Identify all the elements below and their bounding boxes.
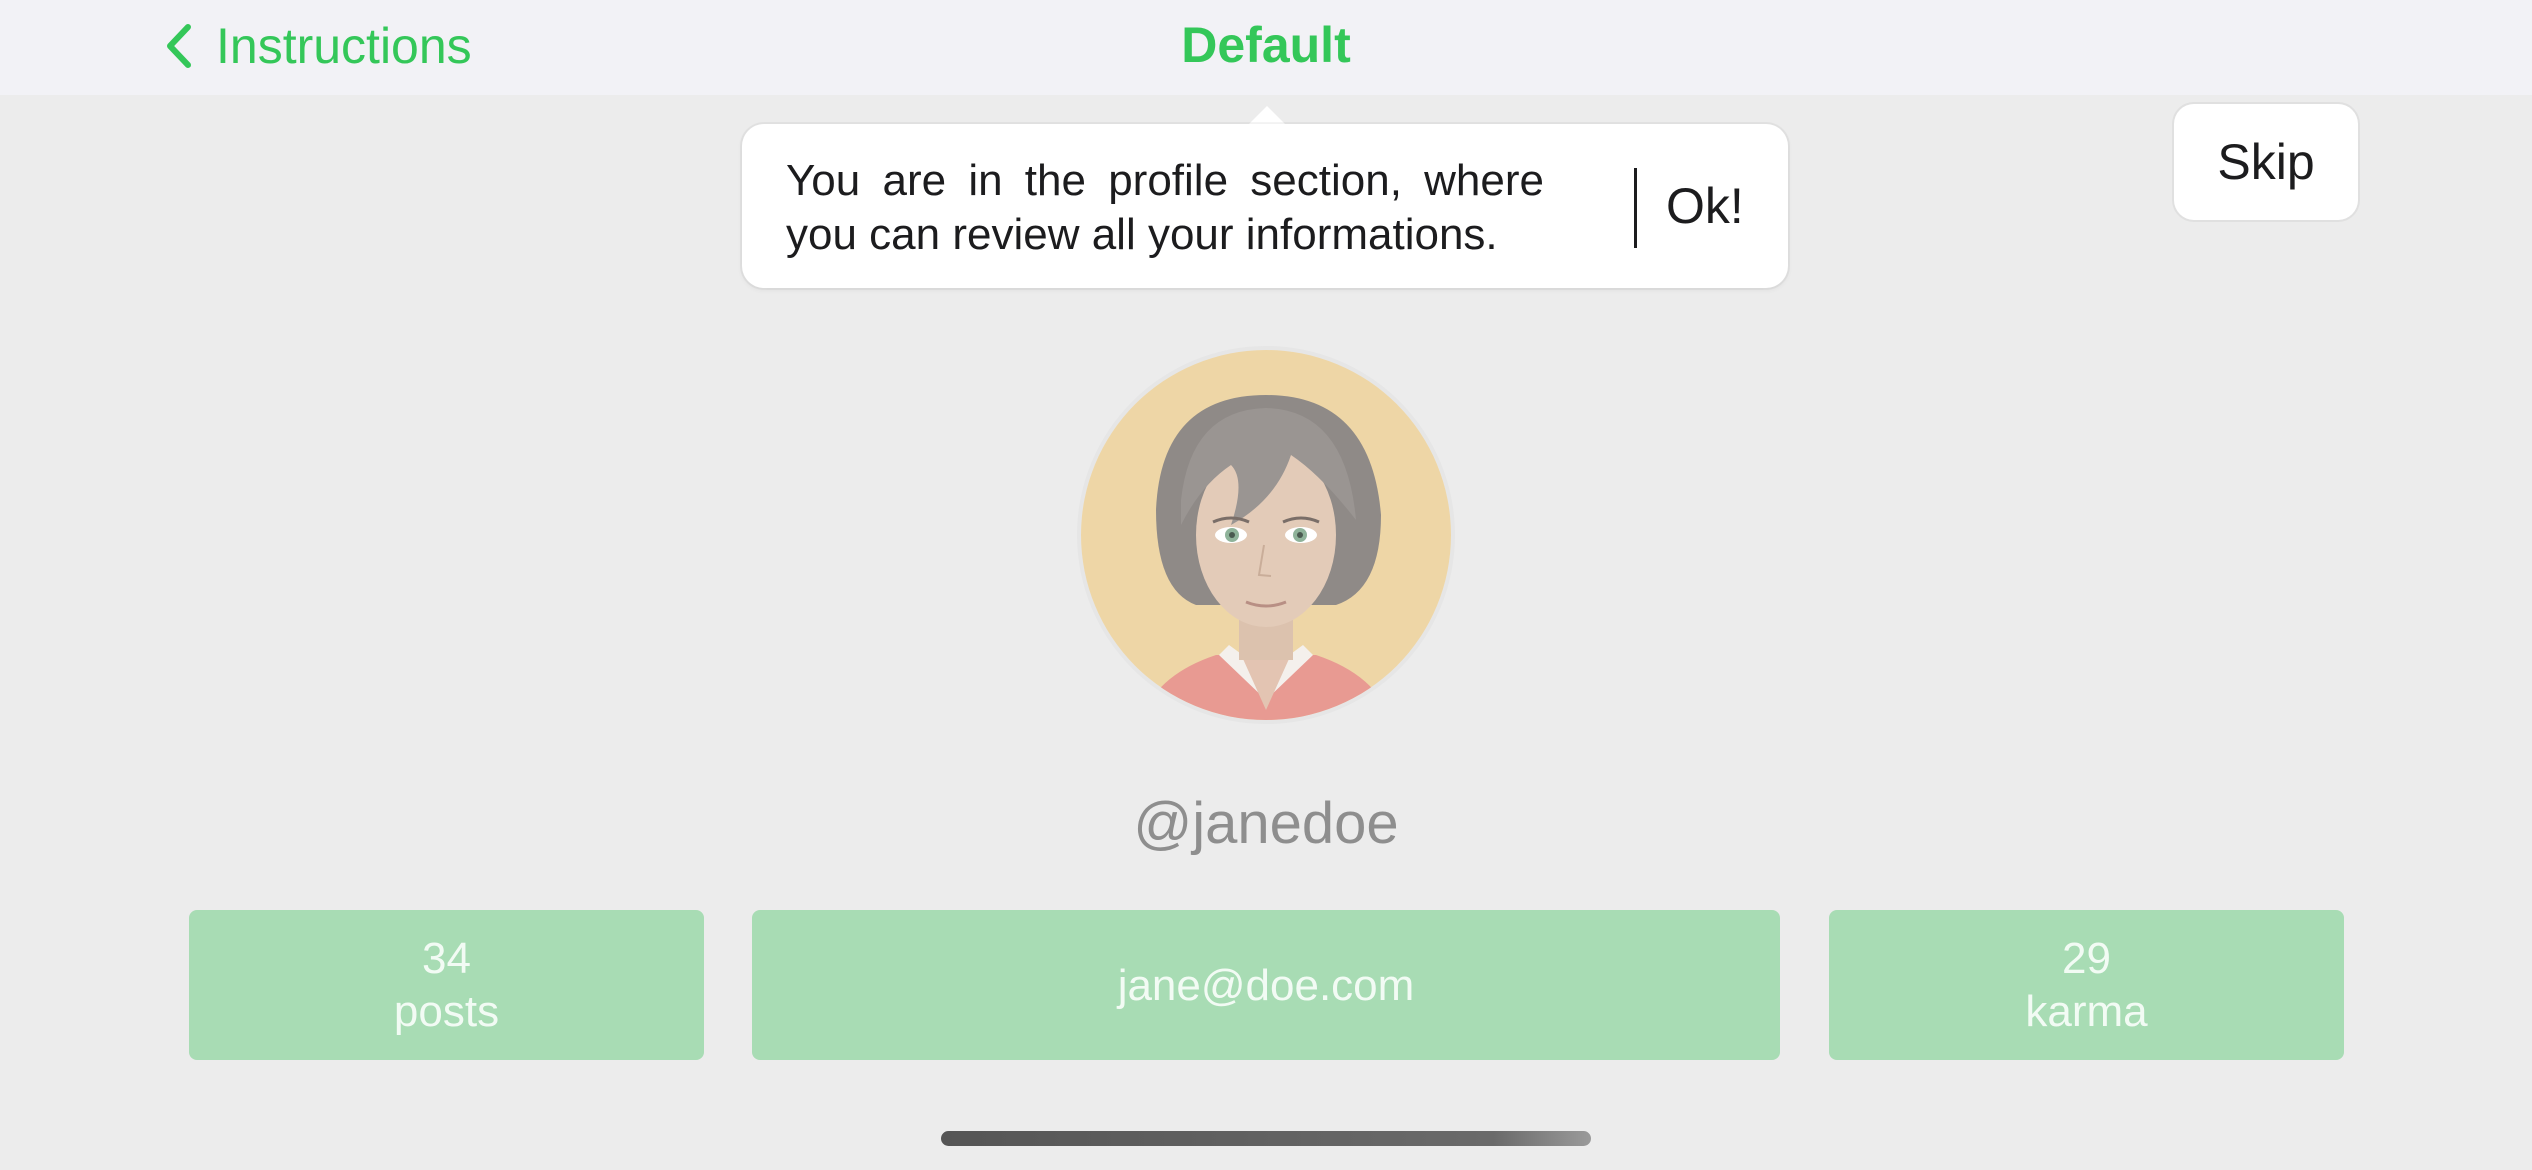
karma-stat-card[interactable]: 29 karma <box>1829 910 2344 1060</box>
onboarding-tooltip: You are in the profile section, where yo… <box>742 124 1788 288</box>
home-indicator[interactable] <box>941 1131 1591 1146</box>
posts-count: 34 <box>422 934 471 983</box>
page-title: Default <box>1181 17 1351 73</box>
tooltip-divider <box>1634 168 1637 248</box>
posts-label: posts <box>393 987 500 1036</box>
avatar <box>1081 350 1451 720</box>
navigation-bar: Instructions Default <box>0 0 2532 95</box>
tooltip-message: You are in the profile section, where yo… <box>786 156 1544 259</box>
tooltip-arrow <box>1247 106 1287 126</box>
posts-stat-card[interactable]: 34 posts <box>189 910 704 1060</box>
email-card[interactable]: jane@doe.com <box>752 910 1780 1060</box>
karma-count: 29 <box>2062 934 2111 983</box>
username: @janedoe <box>1133 791 1399 856</box>
skip-button[interactable]: Skip <box>2174 104 2358 220</box>
karma-label: karma <box>2025 987 2148 1036</box>
email-address: jane@doe.com <box>1117 960 1415 1010</box>
tooltip-ok-button[interactable]: Ok! <box>1666 176 1744 236</box>
avatar-illustration-icon <box>1081 350 1451 720</box>
